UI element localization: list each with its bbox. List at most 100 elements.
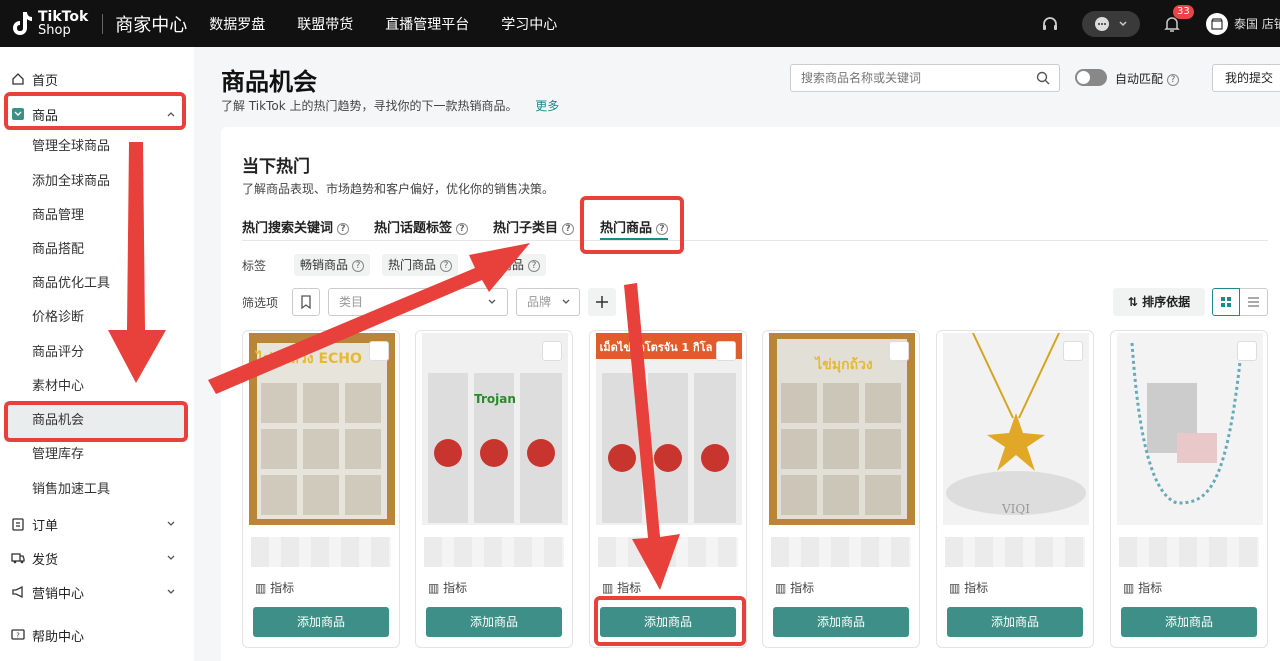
product-image-text: ไข่มุกถ้วง xyxy=(813,355,873,373)
svg-text:?: ? xyxy=(16,632,20,640)
bookmark-icon[interactable] xyxy=(716,341,736,361)
product-image[interactable]: VIQI xyxy=(943,333,1089,525)
brand-select[interactable]: 品牌 xyxy=(516,288,580,316)
nav-live-platform[interactable]: 直播管理平台 xyxy=(385,14,469,34)
product-card[interactable]: Trojan ▥ 指标 添加商品 xyxy=(415,330,573,648)
product-title-blurred xyxy=(251,537,391,567)
product-card[interactable]: ไข่มุกถ้วง ▥ 指标 添加商品 xyxy=(762,330,920,648)
more-link[interactable]: 更多 xyxy=(535,99,559,113)
truck-icon xyxy=(10,550,26,566)
question-icon[interactable]: ? xyxy=(337,222,350,235)
chip-label: 热门商品 xyxy=(388,258,437,272)
metric-link[interactable]: ▥ 指标 xyxy=(428,579,467,596)
question-icon[interactable]: ? xyxy=(456,222,469,235)
metric-link[interactable]: ▥ 指标 xyxy=(255,579,294,596)
add-product-button[interactable]: 添加商品 xyxy=(253,607,389,637)
grid-view-button[interactable] xyxy=(1212,288,1240,316)
list-view-button[interactable] xyxy=(1240,288,1268,316)
metric-link[interactable]: ▥ 指标 xyxy=(602,579,641,596)
bookmark-filter-button[interactable] xyxy=(292,288,320,316)
tiktok-shop-logo[interactable]: TikTok Shop xyxy=(10,10,88,38)
bookmark-icon[interactable] xyxy=(1063,341,1083,361)
product-image[interactable]: ไข่มุกถ้วง xyxy=(769,333,915,525)
sidebar-item-optimize[interactable]: 商品优化工具 xyxy=(32,273,110,295)
sidebar-item-home[interactable]: 首页 xyxy=(10,67,182,91)
tag-chip-bestseller[interactable]: 畅销商品? xyxy=(294,254,371,276)
add-product-button[interactable]: 添加商品 xyxy=(773,607,909,637)
product-image-text: Trojan xyxy=(474,392,516,406)
product-card[interactable]: VIQI ▥ 指标 添加商品 xyxy=(936,330,1094,648)
product-card[interactable]: ไข่มุกถ้วง ECHO ▥ 指标 添加商品 xyxy=(242,330,400,648)
category-select[interactable]: 类目 xyxy=(328,288,508,316)
nav-learning-center[interactable]: 学习中心 xyxy=(501,14,557,34)
list-icon xyxy=(1248,297,1259,307)
metric-link[interactable]: ▥ 指标 xyxy=(1123,579,1162,596)
sidebar-item-asset-center[interactable]: 素材中心 xyxy=(32,376,84,398)
product-image[interactable] xyxy=(1117,333,1263,525)
tab-hot-subcategories[interactable]: 热门子类目? xyxy=(493,217,575,236)
nav-data-compass[interactable]: 数据罗盘 xyxy=(209,14,265,34)
bookmark-icon[interactable] xyxy=(889,341,909,361)
question-icon[interactable]: ? xyxy=(1167,73,1180,86)
chart-icon: ▥ xyxy=(949,581,965,595)
tab-label: 热门子类目 xyxy=(493,221,559,236)
sidebar-item-sales-boost[interactable]: 销售加速工具 xyxy=(32,479,110,501)
question-icon[interactable]: ? xyxy=(562,222,575,235)
chevron-down-icon xyxy=(488,299,496,304)
section-subtitle: 了解商品表现、市场趋势和客户偏好，优化你的销售决策。 xyxy=(242,182,555,196)
product-card[interactable]: ▥ 指标 添加商品 xyxy=(1110,330,1268,648)
notification-button[interactable]: 33 xyxy=(1162,4,1194,34)
app-title[interactable]: 商家中心 xyxy=(115,11,187,37)
add-product-button[interactable]: 添加商品 xyxy=(426,607,562,637)
sidebar-item-inventory[interactable]: 管理库存 xyxy=(32,444,84,466)
question-icon[interactable]: ? xyxy=(352,259,365,272)
message-button[interactable] xyxy=(1082,10,1140,37)
product-image[interactable]: Trojan xyxy=(422,333,568,525)
tag-chip-featured[interactable]: 精选商品? xyxy=(470,254,547,276)
page-subtitle: 了解 TikTok 上的热门趋势，寻找你的下一款热销商品。 更多 xyxy=(221,97,559,114)
product-image[interactable]: ไข่มุกถ้วง ECHO xyxy=(249,333,395,525)
my-submissions-button[interactable]: 我的提交 xyxy=(1212,64,1280,92)
sort-button[interactable]: ⇅ 排序依据 xyxy=(1113,288,1205,316)
headset-icon[interactable] xyxy=(1040,14,1060,34)
search-icon[interactable] xyxy=(1036,71,1050,85)
product-image[interactable]: เม็ดไข่มุกโตรจัน 1 กิโล xyxy=(596,333,742,525)
chart-icon: ▥ xyxy=(428,581,444,595)
tag-chip-hot[interactable]: 热门商品? xyxy=(382,254,459,276)
home-icon xyxy=(10,71,26,87)
question-icon[interactable]: ? xyxy=(528,259,541,272)
sidebar-item-orders[interactable]: 订单 xyxy=(10,512,182,536)
metric-label: 指标 xyxy=(790,581,815,595)
sidebar-item-manage-global[interactable]: 管理全球商品 xyxy=(32,136,110,158)
sidebar-item-rating[interactable]: 商品评分 xyxy=(32,342,84,364)
sidebar-item-help[interactable]: ? 帮助中心 xyxy=(10,623,182,647)
store-name[interactable]: 泰国 店铺 xyxy=(1234,15,1280,32)
search-input[interactable] xyxy=(790,64,1060,92)
chevron-down-icon xyxy=(562,299,570,304)
product-title-blurred xyxy=(424,537,564,567)
sidebar-item-add-global[interactable]: 添加全球商品 xyxy=(32,171,110,193)
bookmark-icon[interactable] xyxy=(369,341,389,361)
product-title-blurred xyxy=(598,537,738,567)
tab-hot-search-keywords[interactable]: 热门搜索关键词? xyxy=(242,217,350,236)
sidebar-item-price-diagnosis[interactable]: 价格诊断 xyxy=(32,307,84,329)
add-product-button[interactable]: 添加商品 xyxy=(1121,607,1257,637)
sidebar-item-bundle[interactable]: 商品搭配 xyxy=(32,239,84,261)
auto-match-label: 自动匹配? xyxy=(1115,70,1180,87)
auto-match-toggle[interactable] xyxy=(1075,69,1107,86)
sidebar-item-product-manage[interactable]: 商品管理 xyxy=(32,205,84,227)
filter-label: 筛选项 xyxy=(242,296,279,310)
bookmark-icon[interactable] xyxy=(1237,341,1257,361)
metric-link[interactable]: ▥ 指标 xyxy=(949,579,988,596)
add-product-button[interactable]: 添加商品 xyxy=(947,607,1083,637)
sidebar-item-marketing[interactable]: 营销中心 xyxy=(10,580,182,604)
metric-link[interactable]: ▥ 指标 xyxy=(775,579,814,596)
sidebar-item-shipping[interactable]: 发货 xyxy=(10,546,182,570)
question-icon[interactable]: ? xyxy=(440,259,453,272)
bookmark-icon[interactable] xyxy=(542,341,562,361)
sidebar-item-label: 营销中心 xyxy=(32,586,85,602)
tab-hot-hashtags[interactable]: 热门话题标签? xyxy=(374,217,469,236)
add-filter-button[interactable] xyxy=(588,288,616,316)
nav-affiliate[interactable]: 联盟带货 xyxy=(297,14,353,34)
store-icon[interactable] xyxy=(1206,12,1228,35)
